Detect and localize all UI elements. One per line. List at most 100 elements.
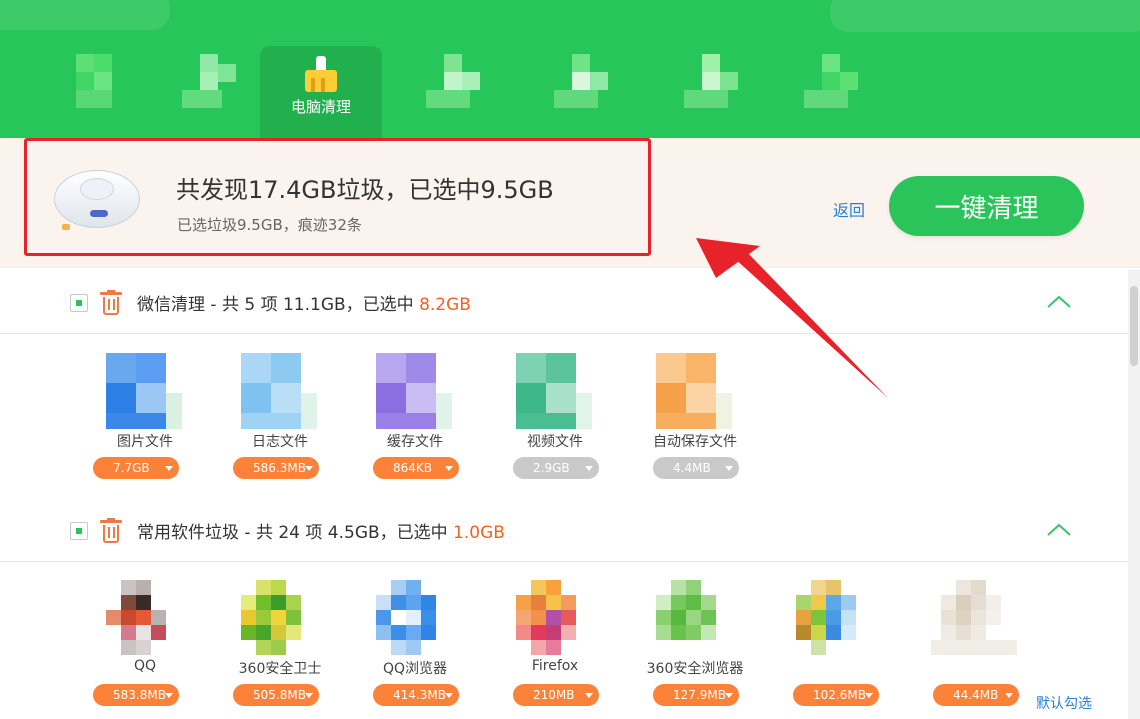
- item-size: 127.9MB: [673, 688, 726, 702]
- section-selected-size: 1.0GB: [453, 523, 505, 543]
- video-file-icon: [516, 353, 592, 429]
- blurred-icon: [422, 42, 484, 108]
- caret-down-icon: [305, 693, 313, 698]
- 360-safe-icon: [241, 580, 317, 656]
- size-dropdown[interactable]: 2.9GB: [513, 457, 599, 479]
- list-item[interactable]: 视频文件 2.9GB: [500, 353, 610, 483]
- list-item[interactable]: 360安全浏览器 127.9MB: [640, 580, 750, 710]
- tab-pc-cleanup[interactable]: 电脑清理: [260, 46, 382, 138]
- caret-down-icon: [445, 693, 453, 698]
- blurred-app-icon: [931, 580, 1017, 656]
- size-dropdown[interactable]: 864KB: [373, 457, 459, 479]
- size-dropdown[interactable]: 127.9MB: [653, 684, 739, 706]
- list-item[interactable]: QQ浏览器 414.3MB: [360, 580, 470, 710]
- log-file-icon: [241, 353, 317, 429]
- item-name: 视频文件: [527, 434, 583, 450]
- item-size: 583.8MB: [113, 688, 166, 702]
- section-title-text: 常用软件垃圾 - 共 24 项 4.5GB，已选中: [137, 523, 454, 543]
- size-dropdown[interactable]: 414.3MB: [373, 684, 459, 706]
- list-item[interactable]: 自动保存文件 4.4MB: [640, 353, 750, 483]
- section-selected-size: 8.2GB: [419, 295, 471, 315]
- item-size: 505.8MB: [253, 688, 306, 702]
- scrollbar[interactable]: [1128, 270, 1140, 719]
- trash-icon: [100, 290, 122, 316]
- tab-pc-cleanup-label: 电脑清理: [290, 98, 351, 116]
- nav-tab-7[interactable]: [770, 42, 892, 134]
- scrollbar-thumb[interactable]: [1130, 286, 1138, 366]
- item-size: 210MB: [533, 688, 575, 702]
- chevron-up-icon[interactable]: [1046, 292, 1072, 312]
- list-item[interactable]: 102.6MB: [780, 580, 890, 710]
- list-item[interactable]: 日志文件 586.3MB: [225, 353, 335, 483]
- item-size: 2.9GB: [533, 461, 570, 475]
- blurred-icon: [680, 42, 742, 108]
- size-dropdown[interactable]: 4.4MB: [653, 457, 739, 479]
- summary-title: 共发现17.4GB垃圾，已选中9.5GB: [176, 176, 554, 204]
- qq-icon: [106, 580, 182, 656]
- autosave-file-icon: [656, 353, 732, 429]
- section-checkbox[interactable]: [70, 522, 88, 540]
- list-item[interactable]: 44.4MB: [925, 580, 1035, 710]
- caret-down-icon: [165, 466, 173, 471]
- blurred-icon: [800, 42, 862, 108]
- list-item[interactable]: 360安全卫士 505.8MB: [225, 580, 335, 710]
- scan-summary-panel: 共发现17.4GB垃圾，已选中9.5GB 已选垃圾9.5GB，痕迹32条 返回 …: [0, 138, 1140, 268]
- list-item[interactable]: 图片文件 7.7GB: [90, 353, 200, 483]
- item-size: 44.4MB: [953, 688, 999, 702]
- size-dropdown[interactable]: 583.8MB: [93, 684, 179, 706]
- firefox-icon: [516, 580, 592, 656]
- caret-down-icon: [725, 693, 733, 698]
- nav-tab-2[interactable]: [148, 42, 270, 134]
- item-size: 864KB: [393, 461, 433, 475]
- one-click-clean-button[interactable]: 一键清理: [889, 176, 1084, 236]
- nav-tab-4[interactable]: [392, 42, 514, 134]
- list-item[interactable]: QQ 583.8MB: [90, 580, 200, 710]
- item-name: 360安全浏览器: [646, 661, 744, 677]
- summary-subtitle: 已选垃圾9.5GB，痕迹32条: [177, 216, 362, 234]
- tencent-video-icon: [796, 580, 872, 656]
- size-dropdown[interactable]: 210MB: [513, 684, 599, 706]
- 360-browser-icon: [656, 580, 732, 656]
- caret-down-icon: [585, 466, 593, 471]
- section-title: 微信清理 - 共 5 项 11.1GB，已选中 8.2GB: [137, 290, 471, 315]
- list-item[interactable]: Firefox 210MB: [500, 580, 610, 710]
- item-size: 414.3MB: [393, 688, 446, 702]
- default-select-link[interactable]: 默认勾选: [1036, 693, 1092, 713]
- list-item[interactable]: 缓存文件 864KB: [360, 353, 470, 483]
- caret-down-icon: [1005, 693, 1013, 698]
- caret-down-icon: [445, 466, 453, 471]
- caret-down-icon: [865, 693, 873, 698]
- section-header-wechat: 微信清理 - 共 5 项 11.1GB，已选中 8.2GB: [0, 270, 1128, 334]
- section-header-software: 常用软件垃圾 - 共 24 项 4.5GB，已选中 1.0GB: [0, 498, 1128, 562]
- header-decoration: [830, 0, 1140, 32]
- top-nav-bar: 电脑清理: [0, 0, 1140, 138]
- caret-down-icon: [305, 466, 313, 471]
- item-name: 360安全卫士: [238, 661, 322, 677]
- size-dropdown[interactable]: 7.7GB: [93, 457, 179, 479]
- blurred-icon: [178, 42, 240, 108]
- blurred-icon: [64, 42, 126, 108]
- nav-tab-1[interactable]: [34, 42, 156, 134]
- blurred-icon: [550, 42, 612, 108]
- item-size: 4.4MB: [673, 461, 711, 475]
- brush-icon: [303, 56, 339, 92]
- size-dropdown[interactable]: 44.4MB: [933, 684, 1019, 706]
- item-name: QQ: [133, 658, 157, 674]
- nav-tab-5[interactable]: [520, 42, 642, 134]
- header-decoration: [0, 0, 170, 30]
- robot-vacuum-icon: [50, 164, 144, 236]
- item-name: 日志文件: [252, 434, 308, 450]
- chevron-up-icon[interactable]: [1046, 520, 1072, 540]
- section-checkbox[interactable]: [70, 294, 88, 312]
- item-name: 缓存文件: [387, 434, 443, 450]
- size-dropdown[interactable]: 586.3MB: [233, 457, 319, 479]
- size-dropdown[interactable]: 102.6MB: [793, 684, 879, 706]
- item-name: 图片文件: [117, 434, 173, 450]
- qq-browser-icon: [376, 580, 452, 656]
- item-size: 102.6MB: [813, 688, 866, 702]
- size-dropdown[interactable]: 505.8MB: [233, 684, 319, 706]
- back-link[interactable]: 返回: [833, 197, 865, 221]
- caret-down-icon: [165, 693, 173, 698]
- caret-down-icon: [725, 466, 733, 471]
- nav-tab-6[interactable]: [650, 42, 772, 134]
